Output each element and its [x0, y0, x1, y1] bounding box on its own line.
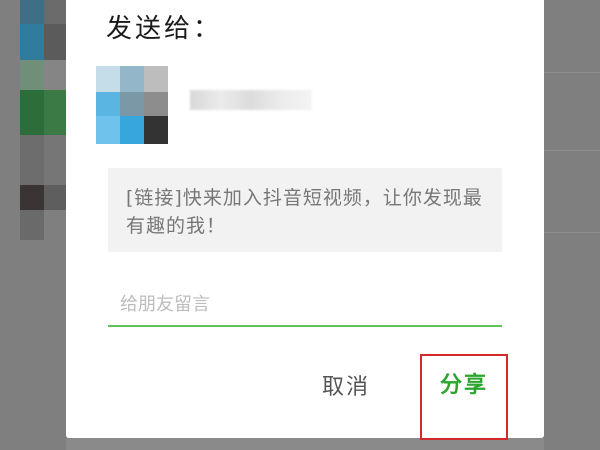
background-divider — [544, 72, 600, 73]
cancel-button[interactable]: 取消 — [314, 356, 378, 414]
share-button[interactable]: 分享 — [420, 354, 508, 440]
shared-link-text: [链接]快来加入抖音短视频，让你发现最有趣的我！ — [126, 187, 483, 237]
dialog-title: 发送给： — [106, 14, 223, 44]
message-input[interactable] — [108, 283, 502, 327]
shared-link-preview: [链接]快来加入抖音短视频，让你发现最有趣的我！ — [108, 168, 502, 252]
share-dialog: 发送给： [链接]快来加入抖音短视频，让你发现最有趣的我！ 取消 分享 — [66, 0, 544, 440]
background-app-right — [544, 0, 600, 450]
background-divider — [544, 150, 600, 151]
background-contact-avatar — [20, 0, 70, 240]
recipient-name — [190, 90, 312, 110]
background-divider — [544, 232, 600, 233]
recipient-avatar — [96, 66, 168, 144]
